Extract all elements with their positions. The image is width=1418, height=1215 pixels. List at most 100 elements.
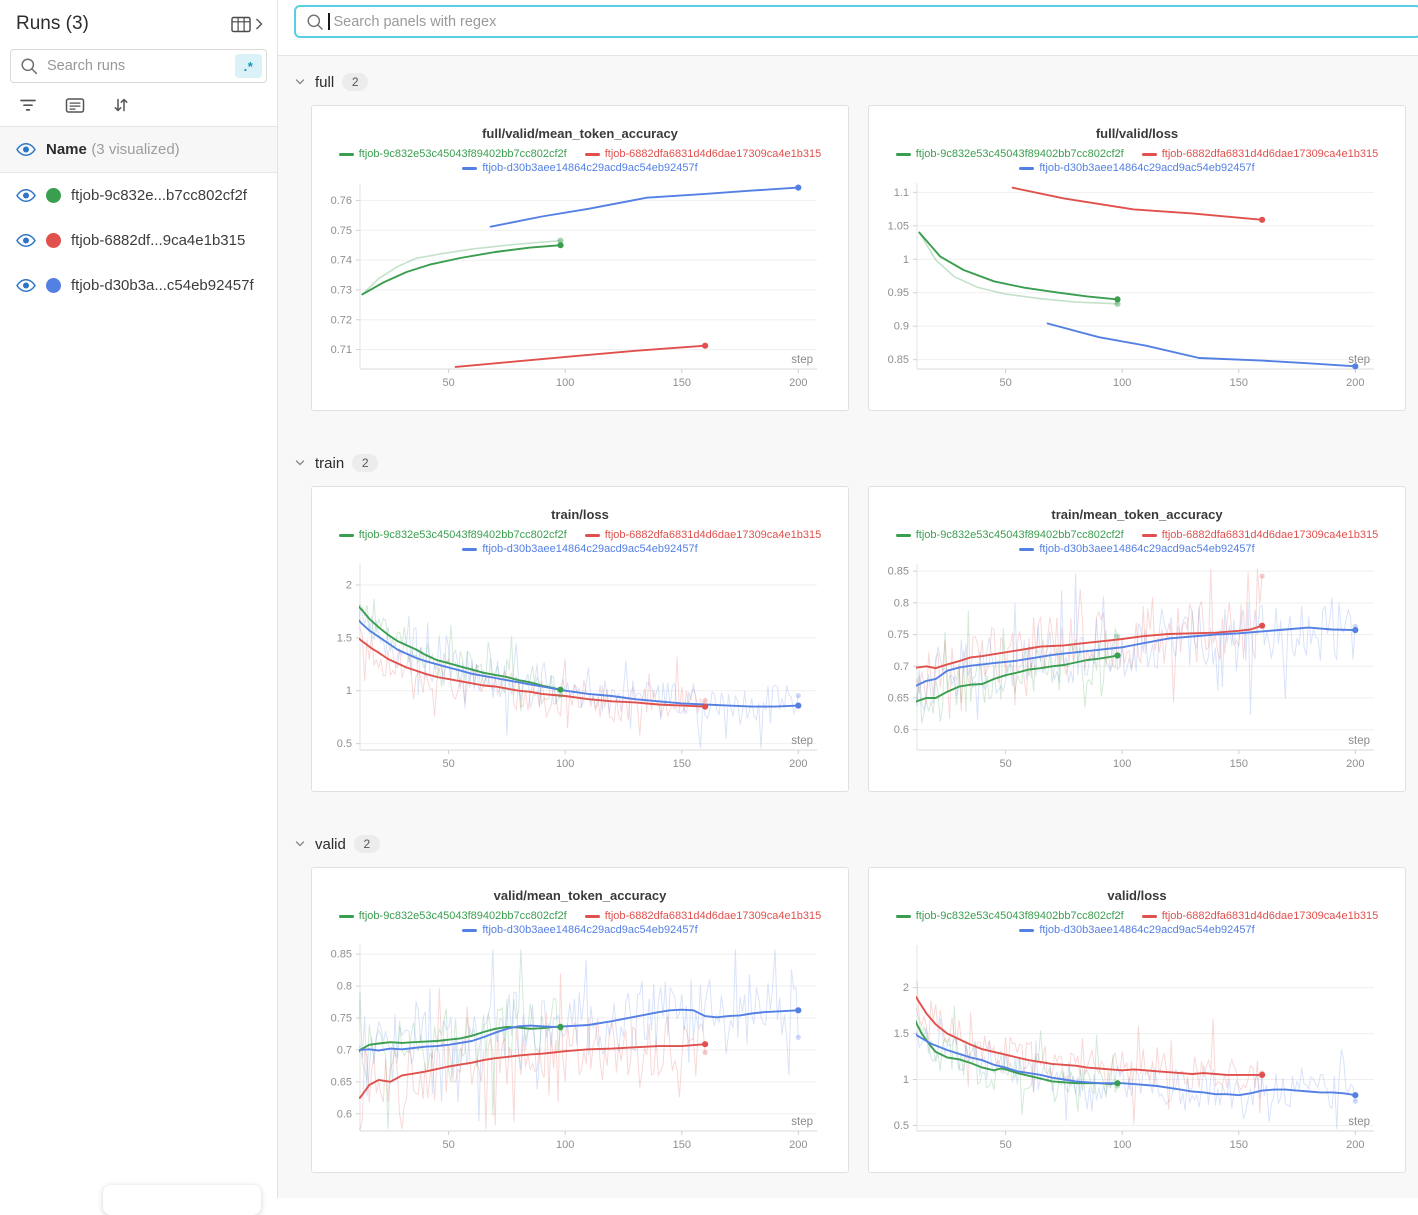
section-header-train[interactable]: train2 <box>293 453 1418 473</box>
chart-plot: 0.710.720.730.740.750.7650100150200step <box>312 179 848 403</box>
section-valid: valid 2 valid/mean_token_accuracy ftjob-9c8… <box>293 834 1418 1173</box>
sidebar-expand-chevron-icon[interactable] <box>255 18 263 30</box>
runs-title: Runs (3) <box>16 13 89 35</box>
svg-text:0.95: 0.95 <box>888 287 909 299</box>
svg-text:1.5: 1.5 <box>337 632 352 644</box>
chevron-down-icon[interactable] <box>293 456 307 470</box>
chart-legend: ftjob-9c832e53c45043f89402bb7cc802cf2fft… <box>312 909 848 937</box>
chart-title: valid/mean_token_accuracy <box>312 888 848 903</box>
runs-sidebar: Runs (3) <box>0 0 278 1198</box>
panel-full/valid/mean_token_accuracy[interactable]: full/valid/mean_token_accuracyftjob-9c83… <box>311 105 849 411</box>
run-row-2[interactable]: ftjob-6882df...9ca4e1b315 <box>0 218 277 263</box>
run-name: ftjob-d30b3a...c54eb92457f <box>71 277 254 294</box>
svg-text:200: 200 <box>1346 377 1364 389</box>
filter-icon[interactable] <box>18 96 38 114</box>
legend-run-name: ftjob-9c832e53c45043f89402bb7cc802cf2f <box>359 147 567 161</box>
legend-dash-icon <box>1019 548 1034 551</box>
svg-text:0.85: 0.85 <box>888 354 909 366</box>
svg-text:0.7: 0.7 <box>337 1044 352 1056</box>
svg-text:step: step <box>791 354 813 366</box>
legend-item: ftjob-9c832e53c45043f89402bb7cc802cf2f <box>896 147 1124 161</box>
panel-full/valid/loss[interactable]: full/valid/lossftjob-9c832e53c45043f8940… <box>868 105 1406 411</box>
panel-valid/mean_token_accuracy[interactable]: valid/mean_token_accuracy ftjob-9c832e53c… <box>311 867 849 1173</box>
sort-icon[interactable] <box>112 96 130 114</box>
chart-title: train/mean_token_accuracy <box>869 507 1405 522</box>
legend-dash-icon <box>896 534 911 537</box>
legend-dash-icon <box>1019 167 1034 170</box>
svg-text:0.6: 0.6 <box>894 724 909 736</box>
svg-text:100: 100 <box>1113 1139 1131 1151</box>
eye-icon[interactable] <box>16 142 36 157</box>
svg-text:step: step <box>1348 735 1370 747</box>
legend-item: ftjob-6882dfa6831d4d6dae17309ca4e1b315 <box>1142 909 1379 923</box>
legend-dash-icon <box>896 153 911 156</box>
legend-dash-icon <box>896 915 911 918</box>
chart-legend: ftjob-9c832e53c45043f89402bb7cc802cf2fft… <box>312 528 848 556</box>
run-row-1[interactable]: ftjob-9c832e...b7cc802cf2f <box>0 173 277 218</box>
section-header-full[interactable]: full2 <box>293 72 1418 92</box>
svg-text:0.73: 0.73 <box>331 284 352 296</box>
svg-text:0.71: 0.71 <box>331 344 352 356</box>
legend-item: ftjob-9c832e53c45043f89402bb7cc802cf2f <box>339 528 567 542</box>
chart-plot: 0.511.5250100150200step <box>312 560 848 784</box>
chart-title: train/loss <box>312 507 848 522</box>
eye-icon[interactable] <box>16 188 36 203</box>
svg-text:50: 50 <box>999 1139 1011 1151</box>
eye-icon[interactable] <box>16 278 36 293</box>
svg-text:50: 50 <box>442 758 454 770</box>
legend-run-name: ftjob-6882dfa6831d4d6dae17309ca4e1b315 <box>605 147 822 161</box>
legend-dash-icon <box>462 167 477 170</box>
section-header-valid[interactable]: valid 2 <box>293 834 1418 854</box>
search-icon <box>306 13 324 31</box>
run-row-3[interactable]: ftjob-d30b3a...c54eb92457f <box>0 263 277 308</box>
legend-item: ftjob-d30b3aee14864c29acd9ac54eb92457f <box>1019 161 1254 175</box>
panel-search[interactable]: Search panels with regex <box>294 5 1418 38</box>
section-title: valid <box>315 836 346 853</box>
legend-dash-icon <box>339 153 354 156</box>
legend-dash-icon <box>585 534 600 537</box>
svg-text:0.75: 0.75 <box>888 629 909 641</box>
run-search[interactable]: .* <box>10 49 267 83</box>
svg-text:50: 50 <box>442 1139 454 1151</box>
legend-dash-icon <box>1019 929 1034 932</box>
svg-text:1.05: 1.05 <box>888 220 909 232</box>
chart-title: valid/loss <box>869 888 1405 903</box>
panel-train/loss[interactable]: train/loss ftjob-9c832e53c45043f89402bb7c… <box>311 486 849 792</box>
svg-text:200: 200 <box>1346 1139 1364 1151</box>
eye-icon[interactable] <box>16 233 36 248</box>
svg-text:0.8: 0.8 <box>337 981 352 993</box>
legend-run-name: ftjob-9c832e53c45043f89402bb7cc802cf2f <box>916 528 1124 542</box>
section-full: full2 full/valid/mean_token_accuracyftjob… <box>293 72 1418 411</box>
svg-text:0.65: 0.65 <box>331 1076 352 1088</box>
section-count-badge: 2 <box>354 835 380 853</box>
visualized-count-label: (3 visualized) <box>91 141 179 158</box>
panel-train/mean_token_accuracy[interactable]: train/mean_token_accuracy ftjob-9c832e53c… <box>868 486 1406 792</box>
section-train: train2 train/loss ftjob-9c832e53c45043f894… <box>293 453 1418 792</box>
legend-run-name: ftjob-d30b3aee14864c29acd9ac54eb92457f <box>1039 542 1254 556</box>
svg-text:150: 150 <box>1230 377 1248 389</box>
legend-run-name: ftjob-9c832e53c45043f89402bb7cc802cf2f <box>916 909 1124 923</box>
chart-legend: ftjob-9c832e53c45043f89402bb7cc802cf2fft… <box>869 528 1405 556</box>
columns-icon[interactable] <box>65 97 85 114</box>
runs-table-icon[interactable] <box>231 16 252 33</box>
chart-legend: ftjob-9c832e53c45043f89402bb7cc802cf2fft… <box>869 147 1405 175</box>
svg-text:0.8: 0.8 <box>894 597 909 609</box>
svg-text:150: 150 <box>673 1139 691 1151</box>
section-cards: train/loss ftjob-9c832e53c45043f89402bb7c… <box>293 486 1418 792</box>
svg-text:150: 150 <box>1230 1139 1248 1151</box>
chart-plot: 0.511.5250100150200step <box>869 941 1405 1165</box>
legend-item: ftjob-9c832e53c45043f89402bb7cc802cf2f <box>339 909 567 923</box>
svg-text:1: 1 <box>346 685 352 697</box>
svg-text:50: 50 <box>999 758 1011 770</box>
svg-text:2: 2 <box>346 579 352 591</box>
panel-valid/loss[interactable]: valid/loss ftjob-9c832e53c45043f89402bb7c… <box>868 867 1406 1173</box>
svg-text:step: step <box>791 1116 813 1128</box>
run-search-input[interactable] <box>45 57 228 75</box>
svg-text:0.65: 0.65 <box>888 693 909 705</box>
legend-dash-icon <box>1142 915 1157 918</box>
chevron-down-icon[interactable] <box>293 837 307 851</box>
svg-text:1.1: 1.1 <box>894 187 909 199</box>
regex-toggle-button[interactable]: .* <box>235 54 262 78</box>
svg-text:0.5: 0.5 <box>894 1120 909 1132</box>
chevron-down-icon[interactable] <box>293 75 307 89</box>
